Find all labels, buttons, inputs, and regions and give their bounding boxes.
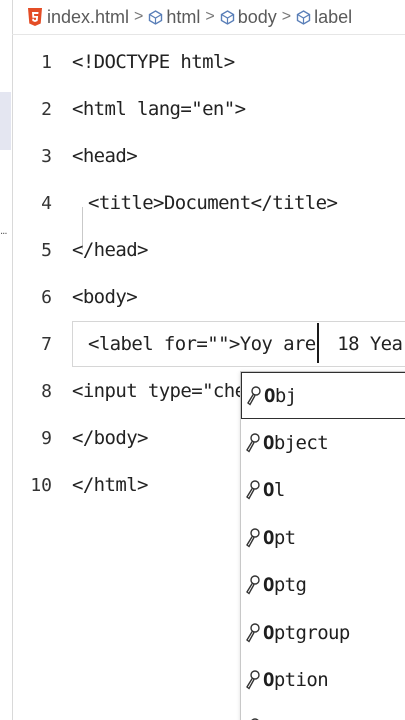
line-number: 10 bbox=[30, 474, 52, 496]
suggestion-rest: bject bbox=[273, 431, 329, 454]
tag-element-icon bbox=[296, 9, 311, 25]
suggestion-rest: l bbox=[273, 479, 285, 502]
line-number: 4 bbox=[41, 192, 52, 214]
line-number: 9 bbox=[41, 427, 52, 449]
breadcrumb-body[interactable]: body bbox=[220, 7, 277, 28]
suggestion-item[interactable]: Ol bbox=[241, 467, 405, 515]
html5-icon bbox=[28, 8, 42, 26]
wrench-icon bbox=[247, 385, 261, 406]
text-cursor bbox=[317, 323, 319, 363]
line-text[interactable]: <label for="">Yoy are 18 Year O</label> bbox=[88, 333, 405, 355]
line-text[interactable]: </head> bbox=[72, 239, 148, 261]
breadcrumb-separator: > bbox=[205, 8, 215, 25]
code-line[interactable]: 5 </head> bbox=[12, 230, 405, 270]
suggestion-match: O bbox=[263, 621, 274, 644]
code-line[interactable]: 7 <label for="">Yoy are 18 Year O</label… bbox=[12, 324, 405, 364]
wrench-icon bbox=[246, 480, 260, 500]
suggestion-match: O bbox=[264, 384, 275, 407]
suggestion-match: O bbox=[263, 479, 274, 502]
autocomplete-widget[interactable]: Obj Object Ol Opt Optg Optgroup Option bbox=[240, 371, 405, 720]
breadcrumb-label-label: label bbox=[314, 6, 353, 27]
code-line[interactable]: 1 <!DOCTYPE html> bbox=[12, 42, 405, 82]
suggestion-match: O bbox=[263, 669, 274, 692]
breadcrumb: index.html > html > body > label bbox=[12, 0, 405, 35]
breadcrumb-html[interactable]: html bbox=[148, 7, 200, 28]
suggestion-item[interactable]: Object bbox=[241, 419, 405, 467]
breadcrumb-file[interactable]: index.html bbox=[28, 7, 129, 28]
vscode-editor-window: ... index.html > html > body > label 1 <… bbox=[0, 0, 405, 720]
line-text[interactable]: <head> bbox=[72, 145, 138, 167]
suggestion-rest: ptgroup bbox=[273, 621, 350, 644]
suggestion-rest: bj bbox=[274, 384, 297, 407]
wrench-icon bbox=[246, 575, 260, 595]
suggestion-match: O bbox=[263, 431, 274, 454]
line-number: 6 bbox=[41, 286, 52, 308]
suggestion-item[interactable]: Opt bbox=[241, 514, 405, 562]
line-text[interactable]: </html> bbox=[72, 474, 148, 496]
suggestion-item[interactable]: Out bbox=[241, 704, 405, 720]
suggestion-match: O bbox=[263, 574, 274, 597]
line-number: 8 bbox=[41, 380, 52, 402]
line-text[interactable]: <!DOCTYPE html> bbox=[72, 51, 235, 73]
line-number: 3 bbox=[41, 145, 52, 167]
line-number: 2 bbox=[41, 98, 52, 120]
wrench-icon bbox=[246, 528, 260, 548]
more-icon[interactable]: ... bbox=[0, 226, 7, 237]
wrench-icon bbox=[246, 433, 260, 453]
wrench-icon bbox=[246, 670, 260, 690]
code-line[interactable]: 2 <html lang="en"> bbox=[12, 89, 405, 129]
breadcrumb-html-label: html bbox=[166, 6, 201, 27]
breadcrumb-separator: > bbox=[281, 8, 292, 25]
code-line[interactable]: 3 <head> bbox=[12, 136, 405, 176]
breadcrumb-body-label: body bbox=[237, 6, 277, 27]
code-line[interactable]: 6 <body> bbox=[12, 277, 405, 317]
suggestion-item[interactable]: Optg bbox=[241, 562, 405, 610]
code-line[interactable]: 4 <title>Document</title> bbox=[12, 183, 405, 223]
explorer-selected-item[interactable] bbox=[0, 92, 11, 150]
line-number: 7 bbox=[41, 333, 52, 355]
suggestion-item[interactable]: Optgroup bbox=[241, 609, 405, 657]
breadcrumb-file-label: index.html bbox=[47, 6, 130, 27]
suggestion-rest: pt bbox=[273, 526, 296, 549]
line-text[interactable]: <title>Document</title> bbox=[88, 192, 338, 214]
suggestion-match: O bbox=[263, 526, 274, 549]
line-number: 1 bbox=[41, 51, 52, 73]
line-text[interactable]: <body> bbox=[72, 286, 138, 308]
line-number: 5 bbox=[41, 239, 52, 261]
tag-element-icon bbox=[220, 9, 234, 25]
tag-element-icon bbox=[149, 9, 163, 25]
suggestion-item[interactable]: Obj bbox=[241, 372, 405, 419]
suggestion-rest: ption bbox=[273, 669, 329, 692]
breadcrumb-label[interactable]: label bbox=[296, 7, 352, 28]
wrench-icon bbox=[246, 623, 260, 643]
breadcrumb-separator: > bbox=[134, 8, 144, 25]
line-text[interactable]: <html lang="en"> bbox=[72, 98, 246, 120]
line-text[interactable]: </body> bbox=[72, 427, 148, 449]
suggestion-item[interactable]: Option bbox=[241, 657, 405, 705]
suggestion-rest: ptg bbox=[273, 574, 307, 597]
